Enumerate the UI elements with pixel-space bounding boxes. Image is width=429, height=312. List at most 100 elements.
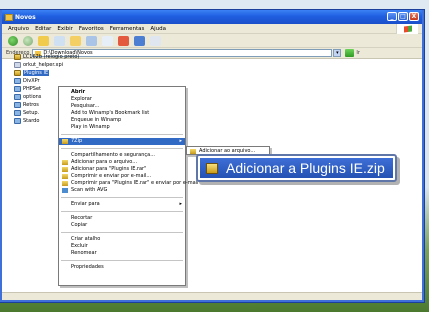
- window-controls: _ □ X: [387, 12, 419, 21]
- menu-exibir[interactable]: Exibir: [57, 26, 73, 32]
- exe-icon: [14, 86, 21, 92]
- context-menu-label: Renomear: [71, 250, 97, 256]
- zip-icon: [14, 70, 21, 76]
- exe-icon: [14, 118, 21, 124]
- go-icon[interactable]: [345, 49, 355, 57]
- context-menu-item[interactable]: Enviar para ▸: [59, 201, 185, 208]
- exe-icon: [14, 94, 21, 100]
- context-menu-item[interactable]: Renomear: [59, 250, 185, 257]
- toolbar: [2, 34, 422, 48]
- context-menu-label: Comprimir e enviar por e-mail...: [71, 173, 152, 179]
- context-menu-item[interactable]: Compartilhamento e segurança...: [59, 152, 185, 159]
- context-menu-label: Add to Winamp's Bookmark list: [71, 110, 150, 116]
- exe-icon: [14, 78, 21, 84]
- menu-separator: [61, 211, 183, 212]
- context-menu-label: Explorar: [71, 96, 92, 102]
- context-menu-item[interactable]: 7Zip ▸: [59, 138, 185, 145]
- menu-arquivo[interactable]: Arquivo: [8, 26, 29, 32]
- zip-icon: [14, 54, 21, 60]
- up-folder-icon[interactable]: [38, 35, 49, 46]
- context-menu-item[interactable]: Pesquisar...: [59, 103, 185, 110]
- file-name: options: [23, 94, 42, 100]
- undo-icon[interactable]: [134, 35, 145, 46]
- context-menu-item[interactable]: Excluir: [59, 243, 185, 250]
- maximize-button[interactable]: □: [398, 12, 408, 21]
- context-menu-item[interactable]: Propriedades: [59, 264, 185, 271]
- folders-icon[interactable]: [70, 35, 81, 46]
- context-menu-label: Scan with AVG: [71, 187, 108, 193]
- file-name: Retros: [23, 102, 39, 108]
- context-menu-item[interactable]: Scan with AVG: [59, 187, 185, 194]
- zip-icon: [190, 149, 196, 154]
- forward-icon[interactable]: [23, 35, 33, 46]
- menu-editar[interactable]: Editar: [35, 26, 51, 32]
- context-menu-label: Propriedades: [71, 264, 104, 270]
- context-menu-item[interactable]: Add to Winamp's Bookmark list: [59, 110, 185, 117]
- context-menu-item[interactable]: Play in Winamp: [59, 124, 185, 131]
- callout-label: Adicionar a Plugins IE.zip: [226, 160, 385, 176]
- file-item[interactable]: Plugins IE: [14, 69, 79, 77]
- move-to-icon[interactable]: [86, 35, 97, 46]
- context-menu-item[interactable]: Enqueue in Winamp: [59, 117, 185, 124]
- copy-to-icon[interactable]: [102, 35, 113, 46]
- callout-item-add-to-zip[interactable]: Adicionar a Plugins IE.zip: [200, 158, 393, 178]
- context-menu-label: Adicionar para o arquivo...: [71, 159, 138, 165]
- close-button[interactable]: X: [409, 12, 419, 21]
- file-name: Setup.: [23, 110, 40, 116]
- search-icon[interactable]: [54, 35, 65, 46]
- scan-icon: [62, 188, 68, 193]
- exe-icon: [14, 110, 21, 116]
- menu-separator: [61, 197, 183, 198]
- context-menu-item[interactable]: Copiar: [59, 222, 185, 229]
- context-menu-item[interactable]: Abrir: [59, 89, 185, 96]
- context-menu-label: Compartilhamento e segurança...: [71, 152, 155, 158]
- chevron-right-icon: ▸: [179, 138, 182, 144]
- menu-separator: [61, 260, 183, 261]
- menu-ferramentas[interactable]: Ferramentas: [110, 26, 145, 32]
- file-name: DivXPr: [23, 78, 40, 84]
- context-menu-item[interactable]: Explorar: [59, 96, 185, 103]
- context-menu-item[interactable]: Adicionar para "Plugins IE.rar": [59, 166, 185, 173]
- delete-icon[interactable]: [118, 35, 129, 46]
- status-bar: [2, 292, 422, 300]
- file-item[interactable]: LC162b (relogio preto): [14, 53, 79, 61]
- menu-favoritos[interactable]: Favoritos: [79, 26, 104, 32]
- context-menu-label: Play in Winamp: [71, 124, 110, 130]
- menu-bar: Arquivo Editar Exibir Favoritos Ferramen…: [2, 24, 422, 34]
- context-menu-item[interactable]: Comprimir para "Plugins IE.rar" e enviar…: [59, 180, 198, 187]
- zip-icon: [62, 139, 68, 144]
- views-icon[interactable]: [150, 35, 161, 46]
- context-menu-item[interactable]: Criar atalho: [59, 236, 185, 243]
- minimize-button[interactable]: _: [387, 12, 397, 21]
- folder-icon: [5, 13, 13, 21]
- exe-icon: [14, 102, 21, 108]
- file-name: orkut_helper.xpi: [23, 62, 64, 68]
- file-item[interactable]: DivXPr: [14, 77, 79, 85]
- zip-icon: [62, 160, 68, 165]
- go-button[interactable]: Ir: [356, 50, 360, 56]
- context-menu-label: Pesquisar...: [71, 103, 100, 109]
- back-icon[interactable]: [8, 35, 18, 46]
- address-dropdown-icon[interactable]: ▾: [333, 49, 342, 57]
- context-menu-label: Copiar: [71, 222, 88, 228]
- context-menu-label: Excluir: [71, 243, 88, 249]
- menu-separator: [61, 148, 183, 149]
- file-name: Plugins IE: [23, 70, 50, 76]
- context-menu-label: Comprimir para "Plugins IE.rar" e enviar…: [71, 180, 199, 186]
- file-name: Stardo: [23, 118, 40, 124]
- file-item[interactable]: orkut_helper.xpi: [14, 61, 79, 69]
- xpi-icon: [14, 62, 21, 68]
- windows-logo-icon: [396, 24, 418, 34]
- title-bar[interactable]: Novos _ □ X: [2, 10, 422, 24]
- file-name: PHPSet: [23, 86, 42, 92]
- context-menu-label: Criar atalho: [71, 236, 101, 242]
- menu-separator: [61, 134, 183, 135]
- context-menu-label: Enviar para: [71, 201, 100, 207]
- context-menu-label: 7Zip: [71, 138, 83, 144]
- file-name: LC162b (relogio preto): [23, 54, 80, 60]
- context-menu-item[interactable]: Recortar: [59, 215, 185, 222]
- context-menu-item[interactable]: Comprimir e enviar por e-mail...: [59, 173, 185, 180]
- context-menu-item[interactable]: Adicionar para o arquivo...: [59, 159, 185, 166]
- window-title: Novos: [15, 13, 36, 21]
- menu-ajuda[interactable]: Ajuda: [150, 26, 166, 32]
